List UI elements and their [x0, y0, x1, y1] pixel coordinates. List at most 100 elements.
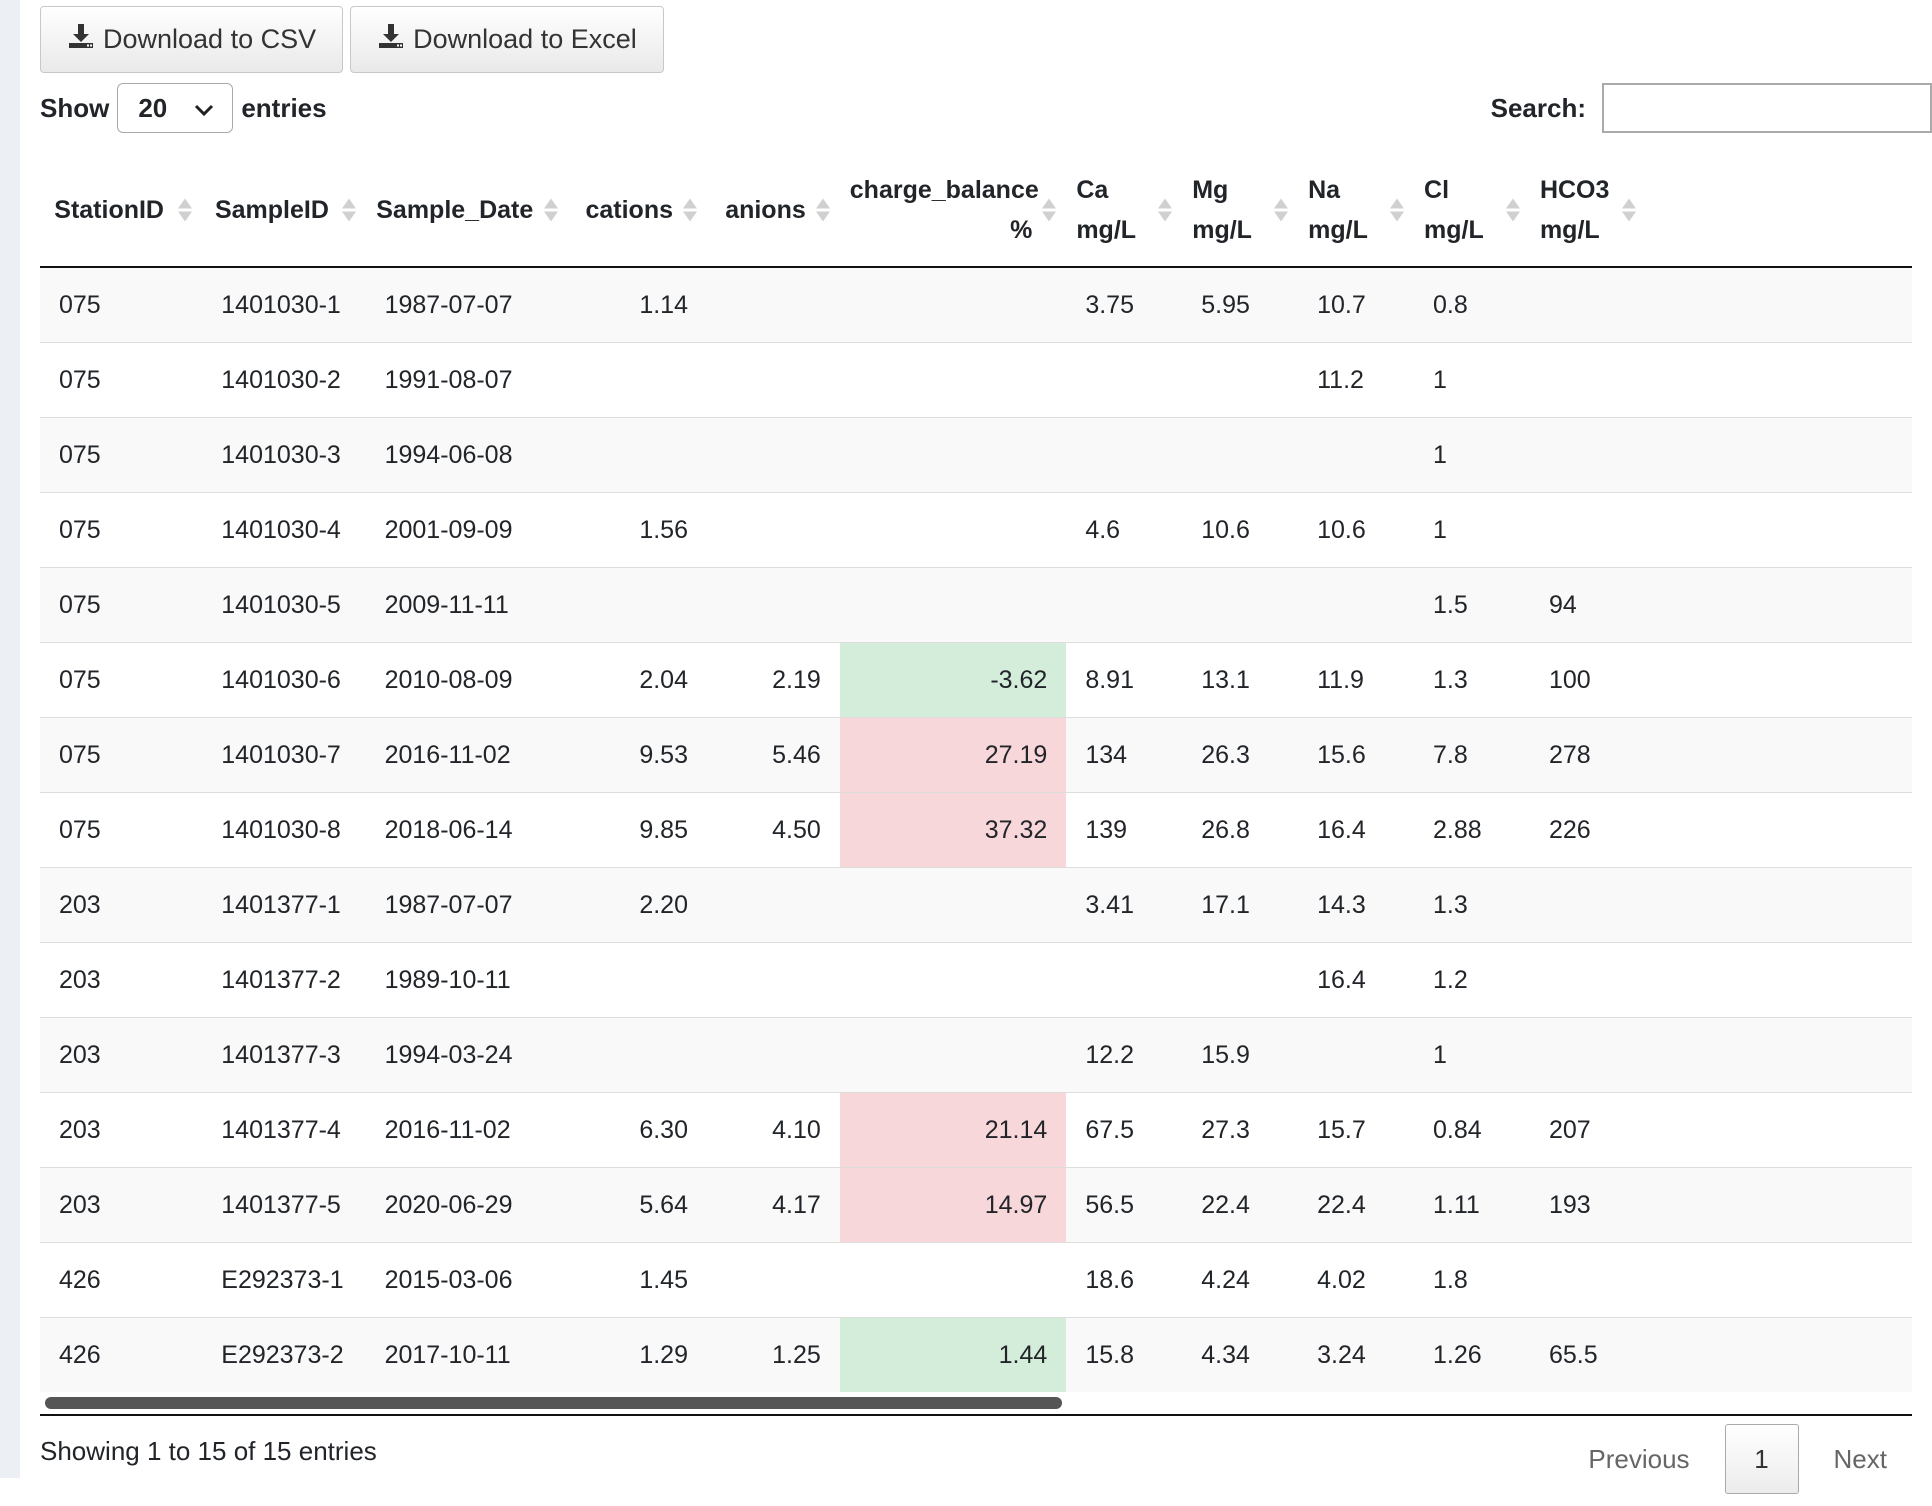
station-cell: 075: [40, 642, 203, 718]
page-1-button[interactable]: 1: [1724, 1424, 1799, 1494]
sort-icon: [683, 198, 697, 221]
col-header-charge-balance[interactable]: charge_balance %: [839, 153, 1067, 268]
sample-cell: 1401030-1: [202, 266, 366, 343]
col-header-sampleid[interactable]: SampleID: [202, 153, 366, 268]
table-row: 426 E292373-1 2015-03-06 1.45 18.6 4.24 4.02 1.…: [40, 1242, 1912, 1318]
anions-cell: [707, 567, 840, 643]
station-cell: 075: [40, 266, 203, 343]
cations-cell: 2.20: [567, 867, 707, 943]
station-cell: 203: [40, 1092, 203, 1168]
charge-balance-cell: 21.14: [839, 1092, 1067, 1168]
download-csv-button[interactable]: Download to CSV: [40, 6, 344, 73]
header-label: StationID: [54, 195, 164, 224]
horizontal-scrollbar[interactable]: [40, 1392, 1912, 1416]
charge-balance-cell: -3.62: [839, 642, 1067, 718]
station-cell: 203: [40, 942, 203, 1018]
date-cell: 1991-08-07: [365, 342, 568, 418]
cl-cell: 1.26: [1414, 1317, 1530, 1392]
col-header-anions[interactable]: anions: [707, 153, 840, 268]
hco3-cell: [1529, 1017, 1646, 1093]
na-cell: 10.7: [1298, 266, 1415, 343]
mg-cell: 17.1: [1182, 867, 1299, 943]
col-header-ca[interactable]: Ca mg/L: [1066, 153, 1183, 268]
col-header-stationid[interactable]: StationID: [40, 153, 203, 268]
download-csv-label: Download to CSV: [103, 24, 317, 54]
next-page-button[interactable]: Next: [1809, 1425, 1912, 1493]
col-header-cl[interactable]: Cl mg/L: [1414, 153, 1530, 268]
mg-cell: 4.34: [1182, 1317, 1299, 1392]
station-cell: 426: [40, 1317, 203, 1392]
cations-cell: 6.30: [567, 1092, 707, 1168]
header-label: cations: [585, 195, 673, 224]
anions-cell: [707, 942, 840, 1018]
header-label: Mg: [1192, 175, 1229, 204]
col-header-mg[interactable]: Mg mg/L: [1182, 153, 1299, 268]
na-cell: 22.4: [1298, 1167, 1415, 1243]
na-cell: [1298, 417, 1415, 493]
samples-table: StationID SampleID Sample_Date cations a…: [40, 153, 1912, 1392]
mg-cell: 10.6: [1182, 492, 1299, 568]
sample-cell: 1401377-2: [202, 942, 366, 1018]
anions-cell: 1.25: [707, 1317, 840, 1392]
hco3-cell: [1529, 1242, 1646, 1318]
date-cell: 2016-11-02: [365, 1092, 568, 1168]
sample-cell: 1401030-5: [202, 567, 366, 643]
hco3-cell: [1529, 417, 1646, 493]
ca-cell: 139: [1066, 792, 1183, 868]
date-cell: 1987-07-07: [365, 266, 568, 343]
sample-cell: 1401030-2: [202, 342, 366, 418]
cations-cell: 2.04: [567, 642, 707, 718]
download-excel-button[interactable]: Download to Excel: [350, 6, 664, 73]
cations-cell: [567, 342, 707, 418]
sort-icon: [1274, 198, 1289, 221]
download-excel-label: Download to Excel: [413, 24, 637, 54]
search-label: Search:: [1490, 92, 1586, 123]
entries-label: entries: [241, 92, 327, 123]
header-unit: mg/L: [1539, 215, 1600, 244]
sort-icon: [1042, 198, 1057, 221]
filler-cell: [1645, 1017, 1912, 1093]
scrollbar-thumb[interactable]: [45, 1397, 1062, 1409]
mg-cell: 4.24: [1182, 1242, 1299, 1318]
col-header-sample-date[interactable]: Sample_Date: [365, 153, 568, 268]
filler-cell: [1645, 867, 1912, 943]
date-cell: 1989-10-11: [365, 942, 568, 1018]
page-length-select[interactable]: 20: [117, 83, 234, 133]
anions-cell: [707, 1017, 840, 1093]
search-input[interactable]: [1602, 83, 1932, 133]
ca-cell: 12.2: [1066, 1017, 1183, 1093]
sample-cell: 1401030-8: [202, 792, 366, 868]
hco3-cell: 207: [1529, 1092, 1646, 1168]
hco3-cell: 226: [1529, 792, 1646, 868]
table-footer: Showing 1 to 15 of 15 entries Previous 1…: [40, 1416, 1912, 1506]
table-row: 075 1401030-5 2009-11-11 1.5 94: [40, 567, 1912, 643]
col-header-hco3[interactable]: HCO3 mg/L: [1529, 153, 1646, 268]
charge-balance-cell: [839, 342, 1067, 418]
sort-icon: [1505, 198, 1520, 221]
hco3-cell: 193: [1529, 1167, 1646, 1243]
cations-cell: 1.14: [567, 266, 707, 343]
hco3-cell: 94: [1529, 567, 1646, 643]
ca-cell: 56.5: [1066, 1167, 1183, 1243]
cations-cell: [567, 942, 707, 1018]
station-cell: 203: [40, 1167, 203, 1243]
table-row: 203 1401377-1 1987-07-07 2.20 3.41 17.1 14.3 1.…: [40, 867, 1912, 943]
search-control: Search:: [1491, 79, 1932, 137]
table-scroll-area: StationID SampleID Sample_Date cations a…: [40, 153, 1912, 1392]
table-row: 075 1401030-6 2010-08-09 2.04 2.19 -3.62 8.91 1…: [40, 642, 1912, 718]
ca-cell: 67.5: [1066, 1092, 1183, 1168]
col-header-na[interactable]: Na mg/L: [1298, 153, 1415, 268]
pagination: Previous 1 Next: [1563, 1424, 1912, 1494]
cl-cell: 1: [1414, 1017, 1530, 1093]
ca-cell: 3.41: [1066, 867, 1183, 943]
previous-page-button[interactable]: Previous: [1563, 1425, 1714, 1493]
sample-cell: 1401030-4: [202, 492, 366, 568]
na-cell: 14.3: [1298, 867, 1415, 943]
sample-cell: 1401377-5: [202, 1167, 366, 1243]
col-header-cations[interactable]: cations: [567, 153, 707, 268]
header-label: Na: [1308, 175, 1341, 204]
sample-cell: 1401377-1: [202, 867, 366, 943]
na-cell: [1298, 1017, 1415, 1093]
ca-cell: [1066, 417, 1183, 493]
table-row: 203 1401377-5 2020-06-29 5.64 4.17 14.97 56.5 2…: [40, 1167, 1912, 1243]
